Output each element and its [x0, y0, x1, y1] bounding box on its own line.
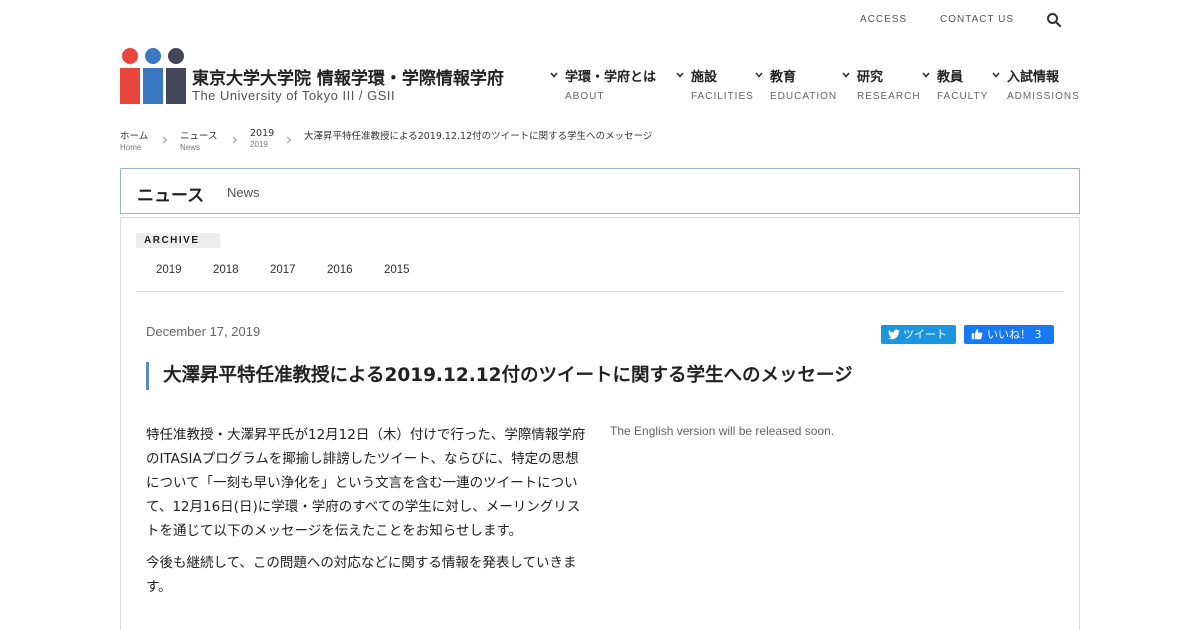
- nav-education[interactable]: 教育 EDUCATION: [755, 66, 838, 106]
- access-link[interactable]: ACCESS: [860, 14, 907, 25]
- nav-label: 教育: [770, 70, 797, 85]
- post-title: 大澤昇平特任准教授による2019.12.12付のツイートに関する学生へのメッセー…: [146, 362, 1046, 390]
- archive-year-2016[interactable]: 2016: [327, 264, 353, 276]
- chevron-down-icon: [842, 72, 850, 78]
- post-date: December 17, 2019: [146, 324, 261, 339]
- section-header: ニュース News: [120, 168, 1080, 214]
- post-body-en: The English version will be released soo…: [610, 424, 835, 438]
- tweet-button[interactable]: ツイート: [881, 325, 956, 344]
- nav-label: 入試情報: [1007, 70, 1060, 85]
- nav-admissions[interactable]: 入試情報 ADMISSIONS: [992, 66, 1080, 106]
- archive-label: ARCHIVE: [136, 233, 220, 248]
- tweet-label: ツイート: [903, 328, 947, 341]
- breadcrumb-sublabel: Home: [120, 143, 142, 152]
- site-title[interactable]: 東京大学大学院 情報学環・学際情報学府: [192, 64, 504, 89]
- nav-faculty[interactable]: 教員 FACULTY: [922, 66, 989, 106]
- chevron-right-icon: [162, 136, 168, 144]
- facebook-like-button[interactable]: いいね！ 3: [964, 325, 1054, 344]
- chevron-down-icon: [676, 72, 684, 78]
- chevron-down-icon: [755, 72, 763, 78]
- archive-year-2019[interactable]: 2019: [156, 264, 182, 276]
- breadcrumb-home[interactable]: ホーム Home: [120, 128, 148, 152]
- chevron-down-icon: [550, 72, 558, 78]
- chevron-down-icon: [922, 72, 930, 78]
- top-utility-bar: ACCESS CONTACT US: [0, 0, 1200, 40]
- breadcrumb-label: ホーム: [120, 131, 149, 142]
- nav-facilities[interactable]: 施設 FACILITIES: [676, 66, 754, 106]
- post-paragraph: 特任准教授・大澤昇平氏が12月12日（木）付けで行った、学際情報学府のITASI…: [146, 427, 586, 539]
- nav-sublabel: EDUCATION: [770, 91, 838, 102]
- section-subtitle: News: [227, 185, 260, 200]
- breadcrumb-sublabel: News: [180, 143, 201, 152]
- breadcrumb-label: 2019: [250, 128, 275, 139]
- chevron-right-icon: [232, 136, 238, 144]
- site-logo[interactable]: [120, 48, 186, 104]
- nav-label: 学環・学府とは: [565, 70, 657, 85]
- nav-sublabel: FACULTY: [937, 91, 989, 102]
- nav-sublabel: RESEARCH: [857, 91, 921, 102]
- nav-sublabel: ADMISSIONS: [1007, 91, 1080, 102]
- contact-link[interactable]: CONTACT US: [940, 14, 1014, 25]
- thumbs-up-icon: [971, 329, 983, 340]
- nav-label: 研究: [857, 70, 884, 85]
- breadcrumb-sublabel: 2019: [250, 140, 268, 149]
- archive-year-2017[interactable]: 2017: [270, 264, 296, 276]
- post-body-ja: 特任准教授・大澤昇平氏が12月12日（木）付けで行った、学際情報学府のITASI…: [146, 423, 586, 607]
- nav-label: 教員: [937, 70, 964, 85]
- like-label: いいね！ 3: [987, 328, 1042, 341]
- twitter-bird-icon: [888, 329, 900, 340]
- archive-year-2015[interactable]: 2015: [384, 264, 410, 276]
- nav-label: 施設: [691, 70, 718, 85]
- chevron-right-icon: [286, 136, 292, 144]
- chevron-down-icon: [992, 72, 1000, 78]
- site-subtitle: The University of Tokyo III / GSII: [192, 88, 396, 103]
- section-title: ニュース: [137, 186, 205, 206]
- breadcrumb-year[interactable]: 2019 2019: [250, 128, 274, 149]
- search-icon[interactable]: [1046, 12, 1062, 28]
- nav-sublabel: FACILITIES: [691, 91, 754, 102]
- content-box: ARCHIVE 2019 2018 2017 2016 2015 Decembe…: [120, 217, 1080, 630]
- post-paragraph: 今後も継続して、この問題への対応などに関する情報を発表していきます。: [146, 555, 577, 595]
- breadcrumb-news[interactable]: ニュース News: [180, 128, 218, 152]
- nav-research[interactable]: 研究 RESEARCH: [842, 66, 921, 106]
- archive-year-2018[interactable]: 2018: [213, 264, 239, 276]
- archive-divider: [136, 291, 1064, 292]
- nav-about[interactable]: 学環・学府とは ABOUT: [550, 66, 657, 106]
- breadcrumb-label: ニュース: [180, 131, 218, 142]
- breadcrumb-current: 大澤昇平特任准教授による2019.12.12付のツイートに関する学生へのメッセー…: [304, 131, 653, 142]
- nav-sublabel: ABOUT: [565, 91, 605, 102]
